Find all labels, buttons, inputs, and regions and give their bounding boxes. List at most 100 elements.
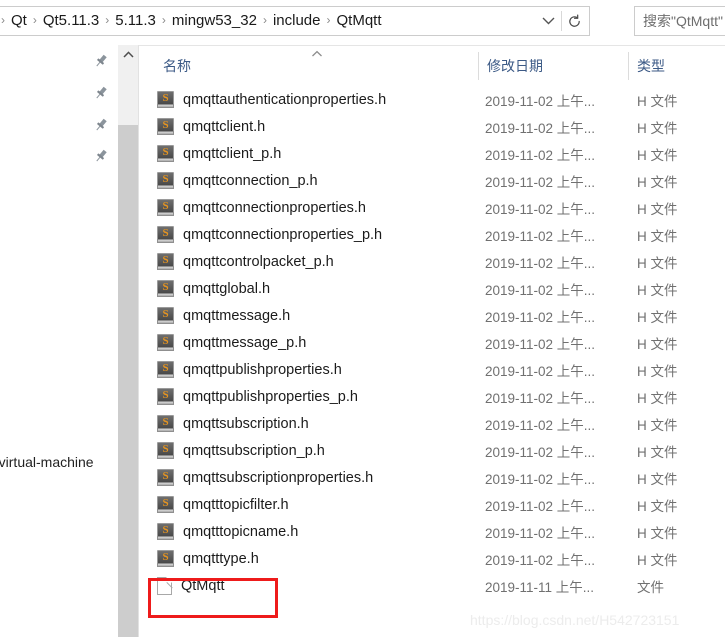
table-row[interactable]: Sqmqttglobal.h 2019-11-02 上午... H 文件 <box>139 275 725 302</box>
file-type: H 文件 <box>637 309 678 325</box>
chevron-up-icon[interactable] <box>118 45 138 63</box>
file-date-modified: 2019-11-02 上午... <box>485 417 596 433</box>
file-name-cell[interactable]: Sqmqttmessage.h <box>157 307 290 324</box>
column-divider[interactable] <box>478 52 479 80</box>
table-row[interactable]: Sqmqtttype.h 2019-11-02 上午... H 文件 <box>139 545 725 572</box>
file-type: 文件 <box>637 579 664 595</box>
file-name-cell[interactable]: Sqmqttpublishproperties.h <box>157 361 342 378</box>
file-type: H 文件 <box>637 417 678 433</box>
table-row[interactable]: Sqmqttconnection_p.h 2019-11-02 上午... H 文件 <box>139 167 725 194</box>
table-row[interactable]: Sqmqttpublishproperties_p.h 2019-11-02 上午… <box>139 383 725 410</box>
file-name-cell[interactable]: Sqmqtttopicname.h <box>157 523 298 540</box>
breadcrumb-separator: › <box>326 13 331 27</box>
file-name-label: qmqttclient.h <box>183 118 266 135</box>
pin-icon[interactable] <box>93 53 109 69</box>
breadcrumb-item-qt[interactable]: Qt <box>7 7 31 35</box>
file-name-label: qmqtttype.h <box>183 550 259 567</box>
breadcrumb-item-qt5-11-3[interactable]: Qt5.11.3 <box>39 7 103 35</box>
column-header-name[interactable]: 名称 <box>163 45 191 86</box>
file-date-modified: 2019-11-02 上午... <box>485 93 596 109</box>
table-row[interactable]: Sqmqttpublishproperties.h 2019-11-02 上午..… <box>139 356 725 383</box>
file-name-cell[interactable]: Sqmqttsubscription_p.h <box>157 442 325 459</box>
h-file-icon: S <box>157 172 174 189</box>
refresh-icon[interactable] <box>562 7 587 35</box>
h-file-icon: S <box>157 361 174 378</box>
pin-icon[interactable] <box>93 148 109 164</box>
h-file-icon: S <box>157 523 174 540</box>
file-type: H 文件 <box>637 282 678 298</box>
file-type: H 文件 <box>637 498 678 514</box>
file-name-cell[interactable]: Sqmqttclient_p.h <box>157 145 281 162</box>
breadcrumb-item-include[interactable]: include <box>269 7 325 35</box>
file-name-cell[interactable]: Sqmqttconnectionproperties_p.h <box>157 226 382 243</box>
scrollbar-thumb[interactable] <box>118 125 138 637</box>
h-file-icon: S <box>157 388 174 405</box>
column-header-type[interactable]: 类型 <box>637 45 665 86</box>
file-type: H 文件 <box>637 525 678 541</box>
file-type: H 文件 <box>637 120 678 136</box>
h-file-icon: S <box>157 226 174 243</box>
search-input[interactable]: 搜索"QtMqtt" <box>634 6 725 36</box>
h-file-icon: S <box>157 91 174 108</box>
pin-icon[interactable] <box>93 117 109 133</box>
table-row[interactable]: Sqmqttsubscription_p.h 2019-11-02 上午... H … <box>139 437 725 464</box>
table-row[interactable]: Sqmqtttopicfilter.h 2019-11-02 上午... H 文件 <box>139 491 725 518</box>
file-date-modified: 2019-11-02 上午... <box>485 282 596 298</box>
breadcrumb-separator: › <box>105 13 110 27</box>
chevron-down-icon[interactable] <box>535 7 561 35</box>
file-type: H 文件 <box>637 255 678 271</box>
file-name-cell[interactable]: Sqmqttconnectionproperties.h <box>157 199 366 216</box>
h-file-icon: S <box>157 550 174 567</box>
table-row[interactable]: Sqmqttcontrolpacket_p.h 2019-11-02 上午... H… <box>139 248 725 275</box>
table-row[interactable]: Sqmqttmessage_p.h 2019-11-02 上午... H 文件 <box>139 329 725 356</box>
pin-icon[interactable] <box>93 85 109 101</box>
file-name-label: qmqttauthenticationproperties.h <box>183 91 387 108</box>
table-row[interactable]: Sqmqttmessage.h 2019-11-02 上午... H 文件 <box>139 302 725 329</box>
breadcrumb-item-mingw53-32[interactable]: mingw53_32 <box>168 7 261 35</box>
file-name-label: qmqtttopicfilter.h <box>183 496 289 513</box>
breadcrumb-address-field[interactable]: › Qt › Qt5.11.3 › 5.11.3 › mingw53_32 › include › Q… <box>0 6 590 36</box>
breadcrumb-item-5-11-3[interactable]: 5.11.3 <box>111 7 160 35</box>
file-type: H 文件 <box>637 174 678 190</box>
file-name-cell[interactable]: Sqmqttconnection_p.h <box>157 172 318 189</box>
file-name-cell[interactable]: Sqmqttpublishproperties_p.h <box>157 388 358 405</box>
table-row[interactable]: Sqmqttsubscriptionproperties.h 2019-11-02… <box>139 464 725 491</box>
table-row[interactable]: Sqmqttclient_p.h 2019-11-02 上午... H 文件 <box>139 140 725 167</box>
nav-item-virtual-machine[interactable]: -virtual-machine <box>0 454 94 470</box>
file-date-modified: 2019-11-02 上午... <box>485 120 596 136</box>
file-date-modified: 2019-11-02 上午... <box>485 525 596 541</box>
table-row[interactable]: Sqmqttclient.h 2019-11-02 上午... H 文件 <box>139 113 725 140</box>
column-header-row: 名称 修改日期 类型 <box>139 45 725 86</box>
file-name-label: qmqttconnectionproperties_p.h <box>183 226 383 243</box>
file-name-cell[interactable]: Sqmqttauthenticationproperties.h <box>157 91 386 108</box>
file-name-cell[interactable]: Sqmqttglobal.h <box>157 280 270 297</box>
file-name-cell[interactable]: Sqmqtttopicfilter.h <box>157 496 289 513</box>
navigation-pane-scrollbar[interactable] <box>118 45 138 637</box>
table-row[interactable]: Sqmqttconnectionproperties.h 2019-11-02 上… <box>139 194 725 221</box>
file-name-cell[interactable]: Sqmqttsubscription.h <box>157 415 309 432</box>
file-date-modified: 2019-11-02 上午... <box>485 201 596 217</box>
file-name-cell[interactable]: Sqmqttclient.h <box>157 118 265 135</box>
file-name-cell[interactable]: QtMqtt <box>157 576 225 595</box>
breadcrumb-item-qtmqtt[interactable]: QtMqtt <box>332 7 385 35</box>
file-name-cell[interactable]: Sqmqttsubscriptionproperties.h <box>157 469 373 486</box>
table-row[interactable]: QtMqtt 2019-11-11 上午... 文件 <box>139 572 725 599</box>
table-row[interactable]: Sqmqttconnectionproperties_p.h 2019-11-02… <box>139 221 725 248</box>
table-row[interactable]: Sqmqttauthenticationproperties.h 2019-11-… <box>139 86 725 113</box>
h-file-icon: S <box>157 118 174 135</box>
column-header-date-modified[interactable]: 修改日期 <box>487 45 543 86</box>
table-row[interactable]: Sqmqttsubscription.h 2019-11-02 上午... H 文件 <box>139 410 725 437</box>
table-row[interactable]: Sqmqtttopicname.h 2019-11-02 上午... H 文件 <box>139 518 725 545</box>
column-divider[interactable] <box>628 52 629 80</box>
file-name-cell[interactable]: Sqmqttmessage_p.h <box>157 334 306 351</box>
file-date-modified: 2019-11-02 上午... <box>485 174 596 190</box>
file-date-modified: 2019-11-02 上午... <box>485 552 596 568</box>
file-type: H 文件 <box>637 471 678 487</box>
file-name-label: qmqttmessage.h <box>183 307 291 324</box>
file-name-cell[interactable]: Sqmqtttype.h <box>157 550 259 567</box>
file-name-cell[interactable]: Sqmqttcontrolpacket_p.h <box>157 253 334 270</box>
blank-document-icon <box>157 576 178 595</box>
file-date-modified: 2019-11-02 上午... <box>485 336 596 352</box>
file-type: H 文件 <box>637 444 678 460</box>
h-file-icon: S <box>157 280 174 297</box>
